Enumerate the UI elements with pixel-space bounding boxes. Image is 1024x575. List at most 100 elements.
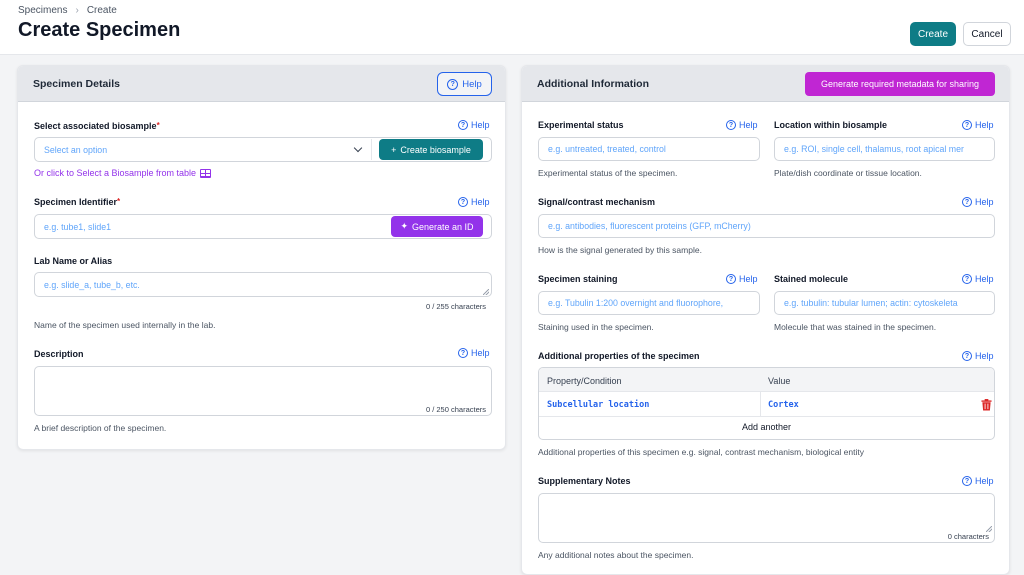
help-text: Help — [471, 197, 490, 207]
add-another-button[interactable]: Add another — [539, 422, 994, 432]
column-header-value: Value — [768, 376, 791, 386]
location-input[interactable]: e.g. ROI, single cell, thalamus, root ap… — [774, 137, 995, 161]
lab-name-counter: 0 / 255 characters — [425, 302, 486, 311]
location-label: Location within biosample — [774, 120, 888, 130]
placeholder: e.g. Tubulin 1:200 overnight and fluorop… — [548, 298, 724, 308]
cell-divider — [760, 392, 761, 417]
experimental-status-label: Experimental status — [538, 120, 624, 130]
lab-name-label: Lab Name or Alias — [34, 256, 113, 266]
properties-table: Property/Condition Value Subcellular loc… — [538, 367, 995, 440]
select-value: Select an option — [44, 144, 108, 155]
signal-label: Signal/contrast mechanism — [538, 197, 656, 207]
additional-information-card: Additional Information Generate required… — [521, 65, 1010, 575]
signal-help-link[interactable]: ? Help — [962, 197, 994, 207]
chevron-right-icon: › — [75, 5, 79, 16]
question-icon: ? — [447, 78, 459, 90]
location-hint: Plate/dish coordinate or tissue location… — [774, 168, 922, 178]
properties-hint: Additional properties of this specimen e… — [538, 447, 865, 457]
help-text: Help — [975, 197, 994, 207]
card-title: Additional Information — [537, 78, 649, 90]
trash-icon[interactable] — [981, 399, 992, 411]
create-button[interactable]: Create — [910, 22, 956, 46]
cancel-button[interactable]: Cancel — [963, 22, 1011, 46]
required-mark: * — [156, 121, 160, 130]
help-text: Help — [975, 351, 994, 361]
lab-name-hint: Name of the specimen used internally in … — [34, 320, 216, 330]
question-icon: ? — [458, 197, 468, 207]
help-text: Help — [739, 120, 758, 130]
specimen-details-card: Specimen Details ? Help Select associate… — [17, 65, 506, 450]
help-text: Help — [471, 120, 490, 130]
experimental-status-hint: Experimental status of the specimen. — [538, 168, 678, 178]
description-label: Description — [34, 349, 84, 359]
help-text: Help — [471, 348, 490, 358]
signal-hint: How is the signal generated by this samp… — [538, 245, 702, 255]
stained-molecule-help-link[interactable]: ? Help — [962, 274, 994, 284]
experimental-status-help-link[interactable]: ? Help — [726, 120, 758, 130]
help-button[interactable]: ? Help — [437, 72, 492, 96]
identifier-label: Specimen Identifier* — [34, 197, 120, 207]
placeholder: e.g. antibodies, fluorescent proteins (G… — [548, 221, 751, 231]
column-header-property: Property/Condition — [547, 376, 622, 386]
select-biosample-from-table-link[interactable]: Or click to Select a Biosample from tabl… — [34, 168, 212, 178]
question-icon: ? — [962, 351, 972, 361]
question-icon: ? — [458, 348, 468, 358]
properties-help-link[interactable]: ? Help — [962, 351, 994, 361]
top-bar: Specimens › Create Create Specimen Creat… — [0, 0, 1024, 55]
table-header: Property/Condition Value — [539, 368, 994, 392]
plus-icon: + — [391, 144, 397, 155]
staining-label: Specimen staining — [538, 274, 618, 284]
sparkle-icon: ✦ — [400, 221, 408, 231]
generate-id-label: Generate an ID — [412, 221, 474, 232]
notes-hint: Any additional notes about the specimen. — [538, 550, 694, 560]
location-help-link[interactable]: ? Help — [962, 120, 994, 130]
staining-input[interactable]: e.g. Tubulin 1:200 overnight and fluorop… — [538, 291, 760, 315]
breadcrumb-specimens[interactable]: Specimens — [18, 5, 67, 16]
link-text: Or click to Select a Biosample from tabl… — [34, 168, 197, 178]
notes-help-link[interactable]: ? Help — [962, 476, 994, 486]
identifier-help-link[interactable]: ? Help — [458, 197, 490, 207]
create-biosample-button[interactable]: + Create biosample — [379, 139, 483, 160]
experimental-status-input[interactable]: e.g. untreated, treated, control — [538, 137, 760, 161]
card-header: Additional Information Generate required… — [522, 66, 1009, 102]
placeholder: e.g. untreated, treated, control — [548, 144, 666, 154]
table-row: Subcellular location Cortex — [539, 392, 994, 417]
question-icon: ? — [962, 197, 972, 207]
question-icon: ? — [962, 120, 972, 130]
biosample-help-link[interactable]: ? Help — [458, 120, 490, 130]
description-help-link[interactable]: ? Help — [458, 348, 490, 358]
required-mark: * — [117, 197, 121, 206]
property-cell[interactable]: Subcellular location — [547, 400, 649, 410]
placeholder: e.g. tube1, slide1 — [44, 221, 112, 232]
generate-metadata-button[interactable]: Generate required metadata for sharing — [805, 72, 995, 96]
staining-help-link[interactable]: ? Help — [726, 274, 758, 284]
lab-name-input[interactable]: e.g. slide_a, tube_b, etc. — [34, 272, 492, 297]
help-text: Help — [975, 274, 994, 284]
question-icon: ? — [962, 274, 972, 284]
question-icon: ? — [962, 476, 972, 486]
help-text: Help — [975, 120, 994, 130]
placeholder: e.g. ROI, single cell, thalamus, root ap… — [784, 144, 964, 154]
stained-molecule-input[interactable]: e.g. tubulin: tubular lumen; actin: cyto… — [774, 291, 995, 315]
table-icon — [200, 168, 212, 178]
signal-input[interactable]: e.g. antibodies, fluorescent proteins (G… — [538, 214, 995, 238]
identifier-label-text: Specimen Identifier — [34, 197, 118, 207]
description-counter: 0 / 250 characters — [425, 405, 486, 414]
resize-grip-icon[interactable] — [483, 289, 489, 295]
question-icon: ? — [458, 120, 468, 130]
staining-hint: Staining used in the specimen. — [538, 322, 654, 332]
breadcrumb-create: Create — [86, 5, 117, 16]
notes-label: Supplementary Notes — [538, 476, 631, 486]
breadcrumb: Specimens › Create — [18, 5, 117, 16]
page-title: Create Specimen — [18, 19, 181, 41]
notes-counter: 0 characters — [947, 532, 989, 541]
help-label: Help — [462, 78, 482, 90]
placeholder: e.g. tubulin: tubular lumen; actin: cyto… — [784, 298, 958, 308]
question-icon: ? — [726, 274, 736, 284]
generate-id-button[interactable]: ✦ Generate an ID — [391, 216, 483, 237]
value-cell[interactable]: Cortex — [768, 400, 799, 410]
properties-label: Additional properties of the specimen — [538, 351, 700, 361]
card-header: Specimen Details ? Help — [18, 66, 505, 102]
create-biosample-label: Create biosample — [400, 144, 471, 155]
biosample-label: Select associated biosample* — [34, 121, 160, 131]
